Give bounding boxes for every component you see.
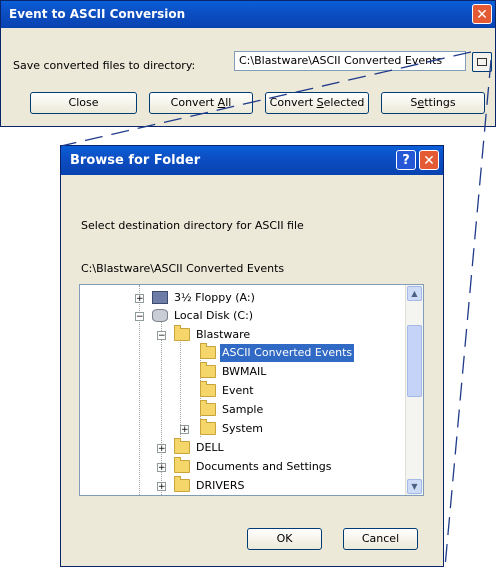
hard-disk-icon xyxy=(152,309,168,322)
folder-icon xyxy=(200,362,216,378)
collapse-icon[interactable]: − xyxy=(135,312,144,322)
current-path-text: C:\Blastware\ASCII Converted Events xyxy=(81,262,285,275)
expand-icon[interactable]: + xyxy=(157,444,166,454)
expand-icon[interactable]: + xyxy=(180,425,189,435)
folder-open-icon xyxy=(200,343,216,359)
expand-icon[interactable]: + xyxy=(135,294,144,304)
event-to-ascii-dialog: Event to ASCII Conversion ✕ Save convert… xyxy=(0,0,496,127)
folder-tree[interactable]: + 3½ Floppy (A:) − Local Disk (C:) − Bla… xyxy=(79,284,424,496)
convert-all-button[interactable]: Convert All xyxy=(149,92,253,114)
convert-selected-button[interactable]: Convert Selected xyxy=(265,92,369,114)
tree-scrollbar[interactable]: ▲ ▼ xyxy=(405,285,423,495)
save-directory-label: Save converted files to directory: xyxy=(13,59,196,72)
expand-icon[interactable]: + xyxy=(157,463,166,473)
folder-icon xyxy=(200,419,216,435)
folder-icon xyxy=(200,381,216,397)
close-button[interactable]: Close xyxy=(30,92,137,114)
dialog-title: Event to ASCII Conversion xyxy=(9,7,186,21)
dialog-title: Browse for Folder xyxy=(70,153,201,168)
floppy-drive-icon xyxy=(152,291,168,304)
close-icon[interactable]: ✕ xyxy=(472,4,492,24)
instruction-text: Select destination directory for ASCII f… xyxy=(81,219,304,232)
folder-icon xyxy=(174,476,190,492)
scroll-down-icon[interactable]: ▼ xyxy=(407,479,422,494)
close-icon[interactable]: ✕ xyxy=(419,150,439,170)
collapse-icon[interactable]: − xyxy=(157,331,166,341)
scroll-up-icon[interactable]: ▲ xyxy=(407,286,422,301)
folder-icon xyxy=(174,438,190,454)
directory-input[interactable]: C:\Blastware\ASCII Converted Events xyxy=(234,51,466,71)
help-icon[interactable]: ? xyxy=(396,150,416,170)
settings-button[interactable]: Settings xyxy=(381,92,485,114)
browse-folder-icon[interactable] xyxy=(472,52,492,72)
cancel-button[interactable]: Cancel xyxy=(343,528,418,550)
folder-icon xyxy=(200,400,216,416)
title-bar: Event to ASCII Conversion ✕ xyxy=(1,1,495,28)
title-bar: Browse for Folder ? ✕ xyxy=(61,146,443,175)
ok-button[interactable]: OK xyxy=(247,528,322,550)
folder-icon xyxy=(174,457,190,473)
folder-open-icon xyxy=(174,325,190,341)
expand-icon[interactable]: + xyxy=(157,482,166,492)
scroll-thumb[interactable] xyxy=(407,325,422,397)
browse-for-folder-dialog: Browse for Folder ? ✕ Select destination… xyxy=(60,145,444,567)
